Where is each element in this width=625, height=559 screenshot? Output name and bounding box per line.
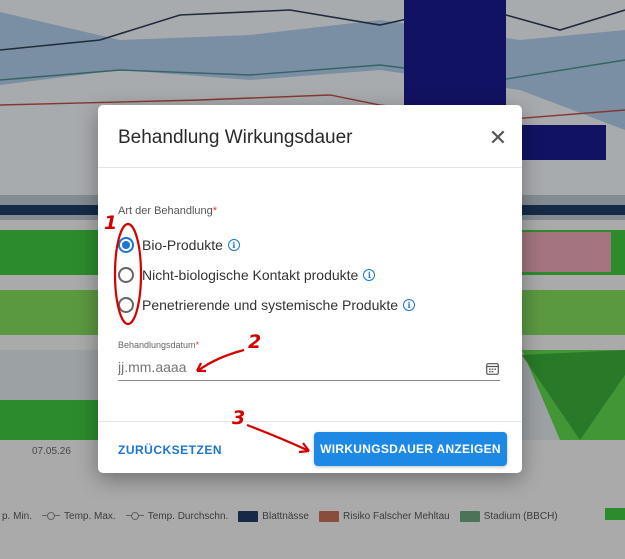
reset-button[interactable]: ZURÜCKSETZEN [118,443,222,457]
treatment-date-input[interactable] [118,359,418,375]
radio-bio-products[interactable]: Bio-Produkte i [118,233,240,257]
info-icon[interactable]: i [363,269,376,281]
option-label: Penetrierende und systemische Produkte [142,297,399,313]
radio-non-bio-contact-products[interactable]: Nicht-biologische Kontakt produkte i [118,263,376,287]
radio-selected-icon[interactable] [118,237,134,253]
annotation-number: 2 [248,331,262,353]
dialog-title: Behandlung Wirkungsdauer [118,127,353,148]
info-icon[interactable]: i [227,239,240,251]
calendar-icon[interactable] [486,362,499,375]
treatment-duration-dialog: Behandlung Wirkungsdauer ✕ Art der Behan… [98,105,522,473]
radio-systemic-products[interactable]: Penetrierende und systemische Produkte i [118,293,416,317]
info-icon[interactable]: i [403,299,416,311]
option-label: Bio-Produkte [142,237,223,253]
show-duration-button[interactable]: WIRKUNGSDAUER ANZEIGEN [314,432,507,466]
divider [98,421,522,422]
radio-unselected-icon[interactable] [118,267,134,283]
treatment-type-label: Art der Behandlung* [118,205,218,217]
option-label: Nicht-biologische Kontakt produkte [142,267,359,283]
input-underline [118,380,500,381]
divider [98,167,522,168]
annotation-number: 1 [104,212,118,234]
treatment-date-label: Behandlungsdatum* [118,340,200,350]
radio-unselected-icon[interactable] [118,297,134,313]
close-icon[interactable]: ✕ [483,123,513,153]
annotation-number: 3 [232,407,246,429]
